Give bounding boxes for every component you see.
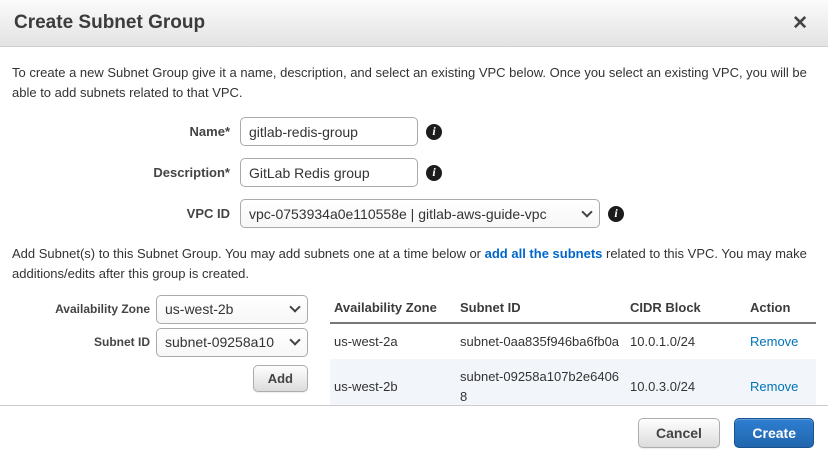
subnet-table: Availability Zone Subnet ID CIDR Block A… xyxy=(330,295,816,415)
add-button-row: Add xyxy=(12,365,308,392)
add-button[interactable]: Add xyxy=(253,365,308,392)
header-cidr-block: CIDR Block xyxy=(626,295,746,323)
header-subnet-id: Subnet ID xyxy=(456,295,626,323)
vpc-row: VPC ID vpc-0753934a0e110558e | gitlab-aw… xyxy=(12,199,816,228)
name-label: Name* xyxy=(12,124,230,139)
vpc-select-value: vpc-0753934a0e110558e | gitlab-aws-guide… xyxy=(249,206,547,222)
close-icon[interactable]: ✕ xyxy=(786,12,814,35)
az-row: Availability Zone us-west-2b xyxy=(12,295,308,324)
dialog-body: To create a new Subnet Group give it a n… xyxy=(0,47,828,414)
description-row: Description* i xyxy=(12,158,816,187)
subnet-id-label: Subnet ID xyxy=(12,335,150,349)
az-select[interactable]: us-west-2b xyxy=(156,295,308,324)
remove-link[interactable]: Remove xyxy=(750,379,798,394)
chevron-down-icon xyxy=(581,206,592,217)
vpc-select[interactable]: vpc-0753934a0e110558e | gitlab-aws-guide… xyxy=(240,199,600,228)
info-icon[interactable]: i xyxy=(608,206,624,222)
cancel-button[interactable]: Cancel xyxy=(638,418,720,448)
add-all-subnets-link[interactable]: add all the subnets xyxy=(485,246,603,261)
cell-subnet-id: subnet-0aa835f946ba6fb0a xyxy=(456,323,626,360)
name-input[interactable] xyxy=(240,117,418,146)
table-header-row: Availability Zone Subnet ID CIDR Block A… xyxy=(330,295,816,323)
info-icon[interactable]: i xyxy=(426,124,442,140)
subnet-id-row: Subnet ID subnet-09258a10 xyxy=(12,328,308,357)
info-icon[interactable]: i xyxy=(426,165,442,181)
az-select-value: us-west-2b xyxy=(165,301,233,317)
add-subnet-text: Add Subnet(s) to this Subnet Group. You … xyxy=(12,244,816,284)
cell-az: us-west-2a xyxy=(330,323,456,360)
dialog-footer: Cancel Create xyxy=(0,405,828,462)
add-subnet-text-before: Add Subnet(s) to this Subnet Group. You … xyxy=(12,246,485,261)
table-row: us-west-2a subnet-0aa835f946ba6fb0a 10.0… xyxy=(330,323,816,360)
description-input[interactable] xyxy=(240,158,418,187)
create-subnet-group-dialog: Create Subnet Group ✕ To create a new Su… xyxy=(0,0,828,462)
subnet-picker-form: Availability Zone us-west-2b Subnet ID s… xyxy=(12,295,308,392)
cell-cidr: 10.0.1.0/24 xyxy=(626,323,746,360)
dialog-title: Create Subnet Group xyxy=(14,12,205,34)
subnet-id-select-value: subnet-09258a10 xyxy=(165,334,274,350)
header-action: Action xyxy=(746,295,816,323)
header-availability-zone: Availability Zone xyxy=(330,295,456,323)
chevron-down-icon xyxy=(289,301,300,312)
description-label: Description* xyxy=(12,165,230,180)
intro-text: To create a new Subnet Group give it a n… xyxy=(12,63,816,103)
remove-link[interactable]: Remove xyxy=(750,334,798,349)
chevron-down-icon xyxy=(289,334,300,345)
vpc-label: VPC ID xyxy=(12,206,230,221)
subnet-picker-area: Availability Zone us-west-2b Subnet ID s… xyxy=(12,295,816,415)
create-button[interactable]: Create xyxy=(734,418,814,448)
subnet-id-select[interactable]: subnet-09258a10 xyxy=(156,328,308,357)
az-label: Availability Zone xyxy=(12,302,150,316)
dialog-header: Create Subnet Group ✕ xyxy=(0,0,828,47)
name-row: Name* i xyxy=(12,117,816,146)
